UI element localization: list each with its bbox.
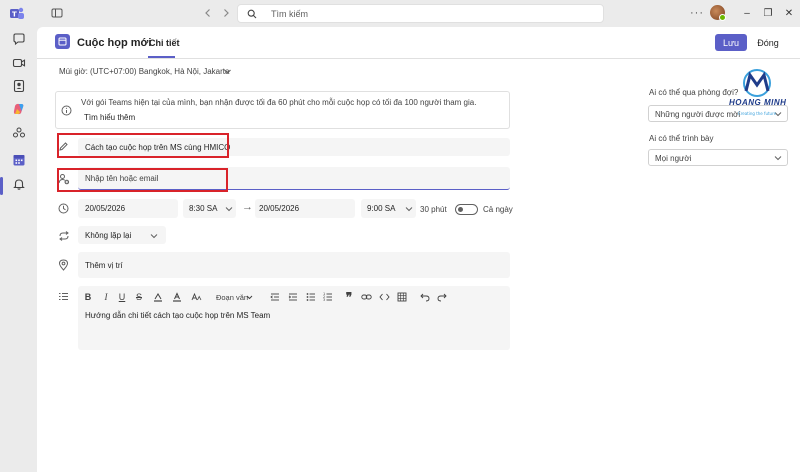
- numbered-list-icon[interactable]: 123: [322, 291, 334, 303]
- hoang-minh-logo: Creating the future: [717, 65, 797, 117]
- start-date-value: 20/05/2026: [85, 204, 126, 213]
- code-icon[interactable]: [378, 291, 390, 303]
- forward-arrow-icon[interactable]: [219, 6, 233, 20]
- right-arrow-icon: →: [242, 201, 253, 213]
- table-icon[interactable]: [396, 291, 408, 303]
- chat-icon[interactable]: [10, 30, 27, 47]
- plan-info-text: Với gói Teams hiện tại của mình, bạn nhậ…: [81, 98, 477, 107]
- italic-button[interactable]: I: [101, 291, 111, 303]
- end-time-picker[interactable]: 9:00 SA: [361, 199, 416, 218]
- presenter-label: Ai có thể trình bày: [649, 134, 714, 143]
- sidebar-toggle-icon[interactable]: [50, 6, 64, 20]
- highlight-box-attendee: [57, 168, 228, 192]
- indent-icon[interactable]: [287, 291, 299, 303]
- tab-details[interactable]: Chi tiết: [149, 38, 180, 48]
- search-placeholder: Tìm kiếm: [271, 9, 308, 19]
- more-options-icon[interactable]: ···: [690, 6, 704, 20]
- clock-icon: [57, 202, 70, 215]
- save-button[interactable]: Lưu: [715, 34, 747, 51]
- strikethrough-button[interactable]: S: [134, 291, 144, 303]
- chevron-down-icon[interactable]: [244, 291, 254, 303]
- presenter-value: Mọi người: [655, 154, 692, 163]
- repeat-dropdown[interactable]: Không lặp lại: [78, 226, 166, 244]
- chevron-down-icon: [773, 153, 783, 163]
- page-title: Cuộc họp mới: [77, 37, 152, 49]
- location-pin-icon: [57, 258, 70, 271]
- list-format-icon: [57, 290, 70, 303]
- svg-text:T: T: [12, 11, 17, 19]
- info-icon: [60, 104, 72, 116]
- search-icon: [246, 8, 258, 20]
- end-time-value: 9:00 SA: [367, 204, 396, 213]
- all-day-toggle[interactable]: [455, 204, 478, 215]
- outdent-icon[interactable]: [269, 291, 281, 303]
- end-date-value: 20/05/2026: [259, 204, 300, 213]
- undo-icon[interactable]: [419, 291, 431, 303]
- redo-icon[interactable]: [436, 291, 448, 303]
- location-placeholder: Thêm vị trí: [85, 261, 123, 270]
- copilot-icon[interactable]: [10, 100, 27, 117]
- all-day-label: Cả ngày: [483, 205, 513, 214]
- back-arrow-icon[interactable]: [201, 6, 215, 20]
- chevron-down-icon: [149, 231, 159, 241]
- bold-button[interactable]: B: [83, 291, 93, 303]
- location-input[interactable]: Thêm vị trí: [78, 252, 510, 278]
- highlight-box-title: [57, 133, 229, 158]
- maximize-icon[interactable]: ❐: [761, 6, 775, 20]
- search-box[interactable]: Tìm kiếm: [237, 4, 604, 23]
- underline-button[interactable]: U: [117, 291, 127, 303]
- duration-label: 30 phút: [420, 205, 447, 214]
- plan-info-banner: Với gói Teams hiện tại của mình, bạn nhậ…: [55, 91, 510, 129]
- presenter-dropdown[interactable]: Mọi người: [648, 149, 788, 166]
- new-meeting-panel: Cuộc họp mới Chi tiết Lưu Đóng Múi giờ: …: [37, 27, 800, 472]
- app-rail: [0, 27, 37, 472]
- presence-status-icon: [719, 14, 726, 21]
- logo-text: HOANG MINH: [729, 98, 787, 107]
- close-button[interactable]: Đóng: [750, 34, 786, 51]
- highlight-icon[interactable]: [152, 291, 164, 303]
- description-text: Hướng dẫn chi tiết cách tạo cuộc họp trê…: [85, 311, 271, 320]
- calendar-icon[interactable]: [10, 151, 27, 168]
- header-divider: [37, 58, 800, 59]
- learn-more-link[interactable]: Tìm hiểu thêm: [84, 113, 135, 122]
- active-indicator: [0, 177, 3, 195]
- teams-logo-icon[interactable]: T: [9, 5, 25, 21]
- start-time-value: 8:30 SA: [189, 204, 218, 213]
- meeting-form-icon: [55, 34, 70, 49]
- start-date-picker[interactable]: 20/05/2026: [78, 199, 178, 218]
- meet-icon[interactable]: [10, 54, 27, 71]
- quote-icon[interactable]: ❞: [343, 290, 355, 304]
- title-bar: T Tìm kiếm ··· – ❐ ✕: [0, 0, 800, 27]
- bulleted-list-icon[interactable]: [305, 291, 317, 303]
- communities-icon[interactable]: [10, 124, 27, 141]
- repeat-icon: [57, 229, 70, 242]
- minimize-icon[interactable]: –: [740, 6, 754, 20]
- bell-icon[interactable]: [10, 175, 27, 192]
- svg-text:3: 3: [323, 298, 325, 302]
- toggle-knob: [458, 207, 463, 212]
- close-window-icon[interactable]: ✕: [782, 6, 796, 20]
- contacts-icon[interactable]: [10, 77, 27, 94]
- start-time-picker[interactable]: 8:30 SA: [183, 199, 236, 218]
- timezone-selector[interactable]: Múi giờ: (UTC+07:00) Bangkok, Hà Nội, Ja…: [59, 67, 229, 76]
- chevron-down-icon: [404, 204, 414, 214]
- end-date-picker[interactable]: 20/05/2026: [255, 199, 355, 218]
- logo-tagline: Creating the future: [738, 111, 777, 116]
- chevron-down-icon[interactable]: [221, 65, 233, 77]
- font-size-icon[interactable]: [190, 291, 202, 303]
- font-color-icon[interactable]: [171, 291, 183, 303]
- repeat-value: Không lặp lại: [85, 231, 132, 240]
- link-icon[interactable]: [360, 291, 372, 303]
- chevron-down-icon: [224, 204, 234, 214]
